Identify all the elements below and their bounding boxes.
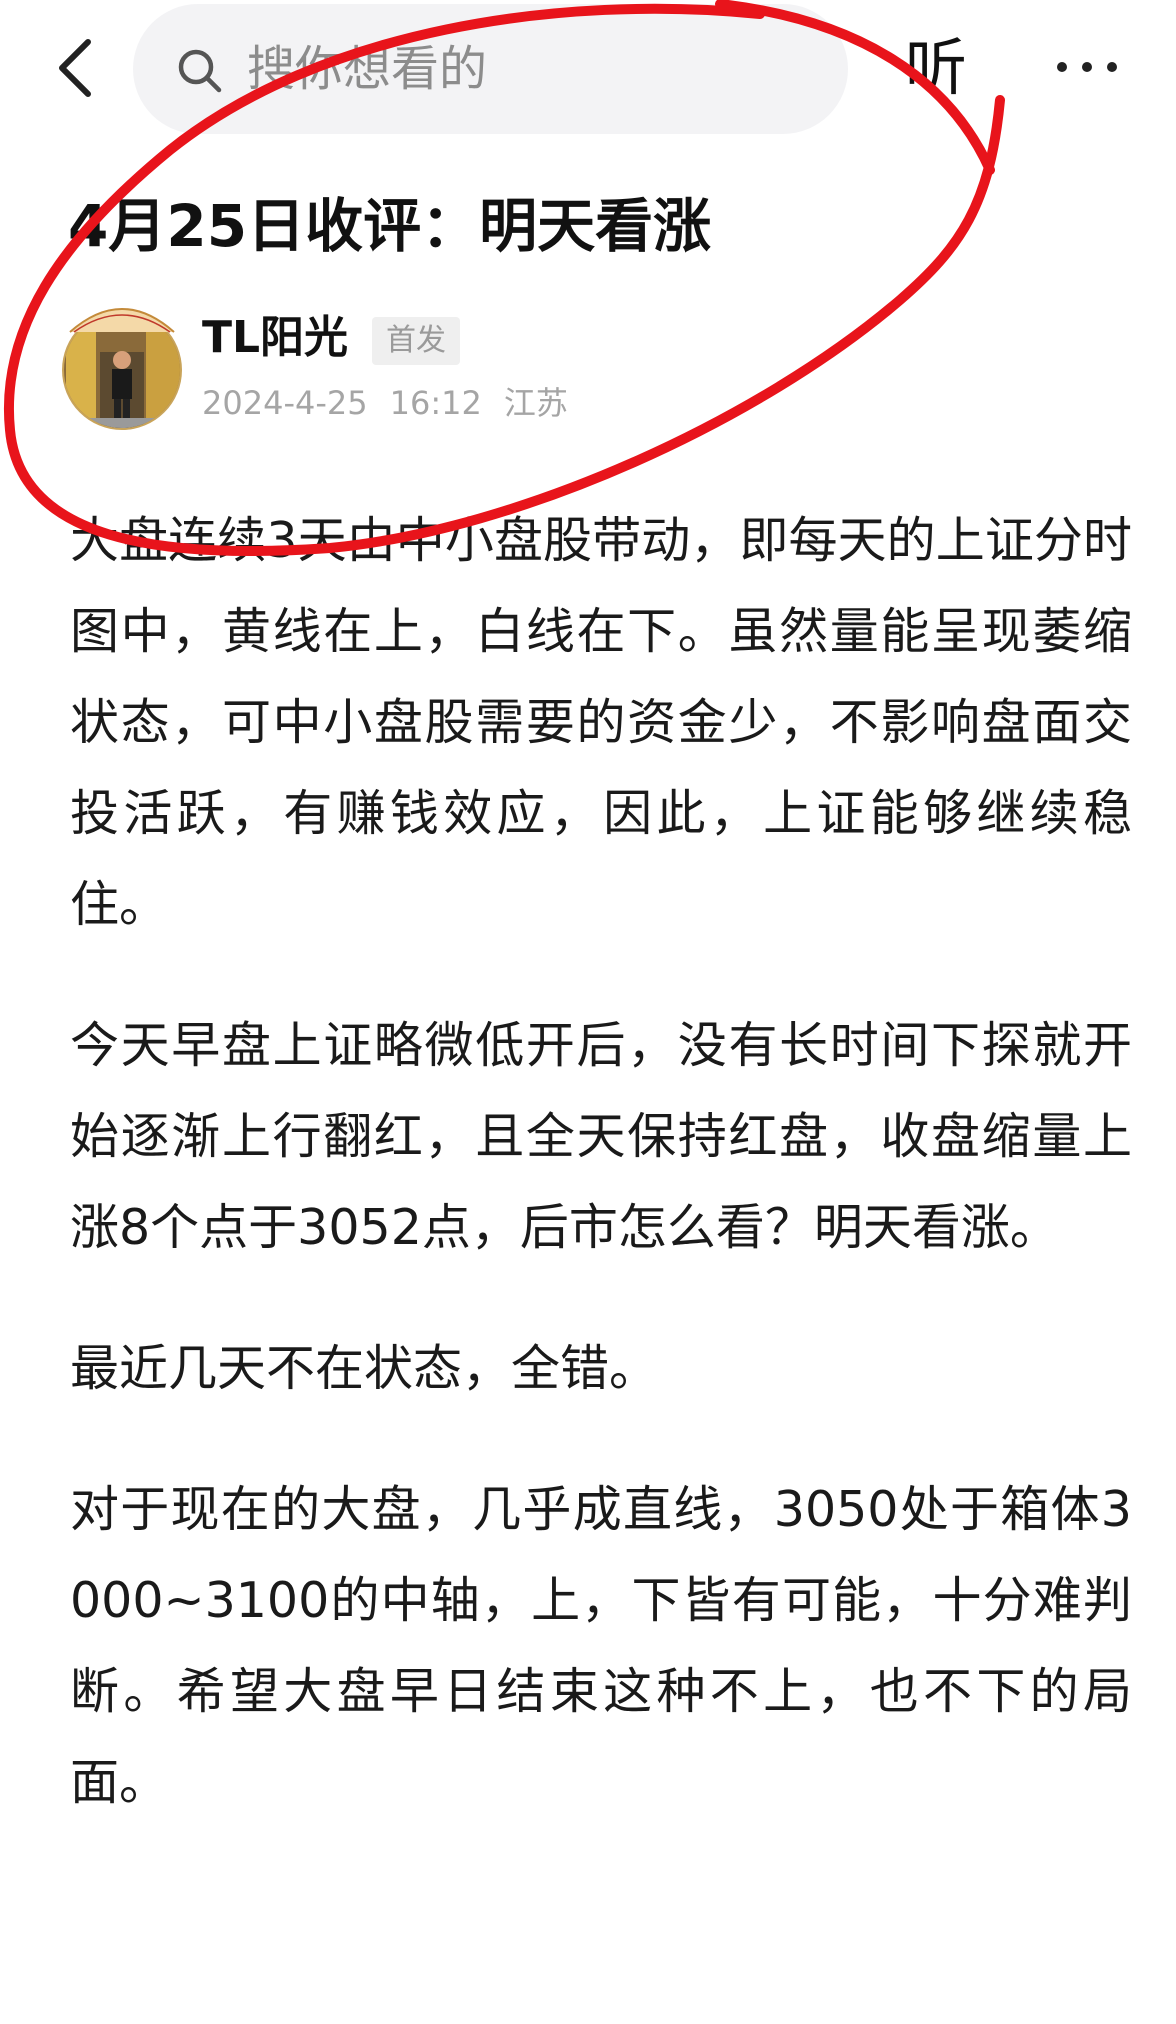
- search-placeholder[interactable]: 搜你想看的: [247, 34, 487, 104]
- more-dots-icon: [1057, 62, 1117, 72]
- first-publish-badge: 首发: [372, 317, 460, 365]
- article-paragraph: 大盘连续3天由中小盘股带动，即每天的上证分时图中，黄线在上，白线在下。虽然量能呈…: [70, 512, 1132, 933]
- search-icon: [178, 49, 222, 93]
- post-date: 2024-4-25: [202, 384, 368, 422]
- top-bar: 搜你想看的 听: [0, 0, 1176, 140]
- post-time: 16:12: [389, 384, 482, 422]
- author-name[interactable]: TL阳光: [202, 308, 348, 368]
- article-paragraph: 最近几天不在状态，全错。: [70, 1340, 659, 1397]
- article-paragraph: 对于现在的大盘，几乎成直线，3050处于箱体3000~3100的中轴，上，下皆有…: [70, 1481, 1132, 1811]
- back-button[interactable]: [48, 28, 108, 108]
- search-bar[interactable]: 搜你想看的: [133, 4, 848, 134]
- author-avatar[interactable]: [60, 292, 184, 432]
- post-location: 江苏: [503, 384, 568, 422]
- back-arrow-icon: [59, 39, 91, 97]
- listen-button[interactable]: 听: [905, 28, 967, 108]
- article-paragraph: 今天早盘上证略微低开后，没有长时间下探就开始逐渐上行翻红，且全天保持红盘，收盘缩…: [70, 1017, 1132, 1256]
- more-button[interactable]: [1052, 52, 1122, 82]
- article-title: 4月25日收评：明天看涨: [68, 192, 712, 260]
- article-body: 大盘连续3天由中小盘股带动，即每天的上证分时图中，黄线在上，白线在下。虽然量能呈…: [70, 495, 1132, 1878]
- post-meta: 2024-4-25 16:12 江苏: [202, 380, 590, 426]
